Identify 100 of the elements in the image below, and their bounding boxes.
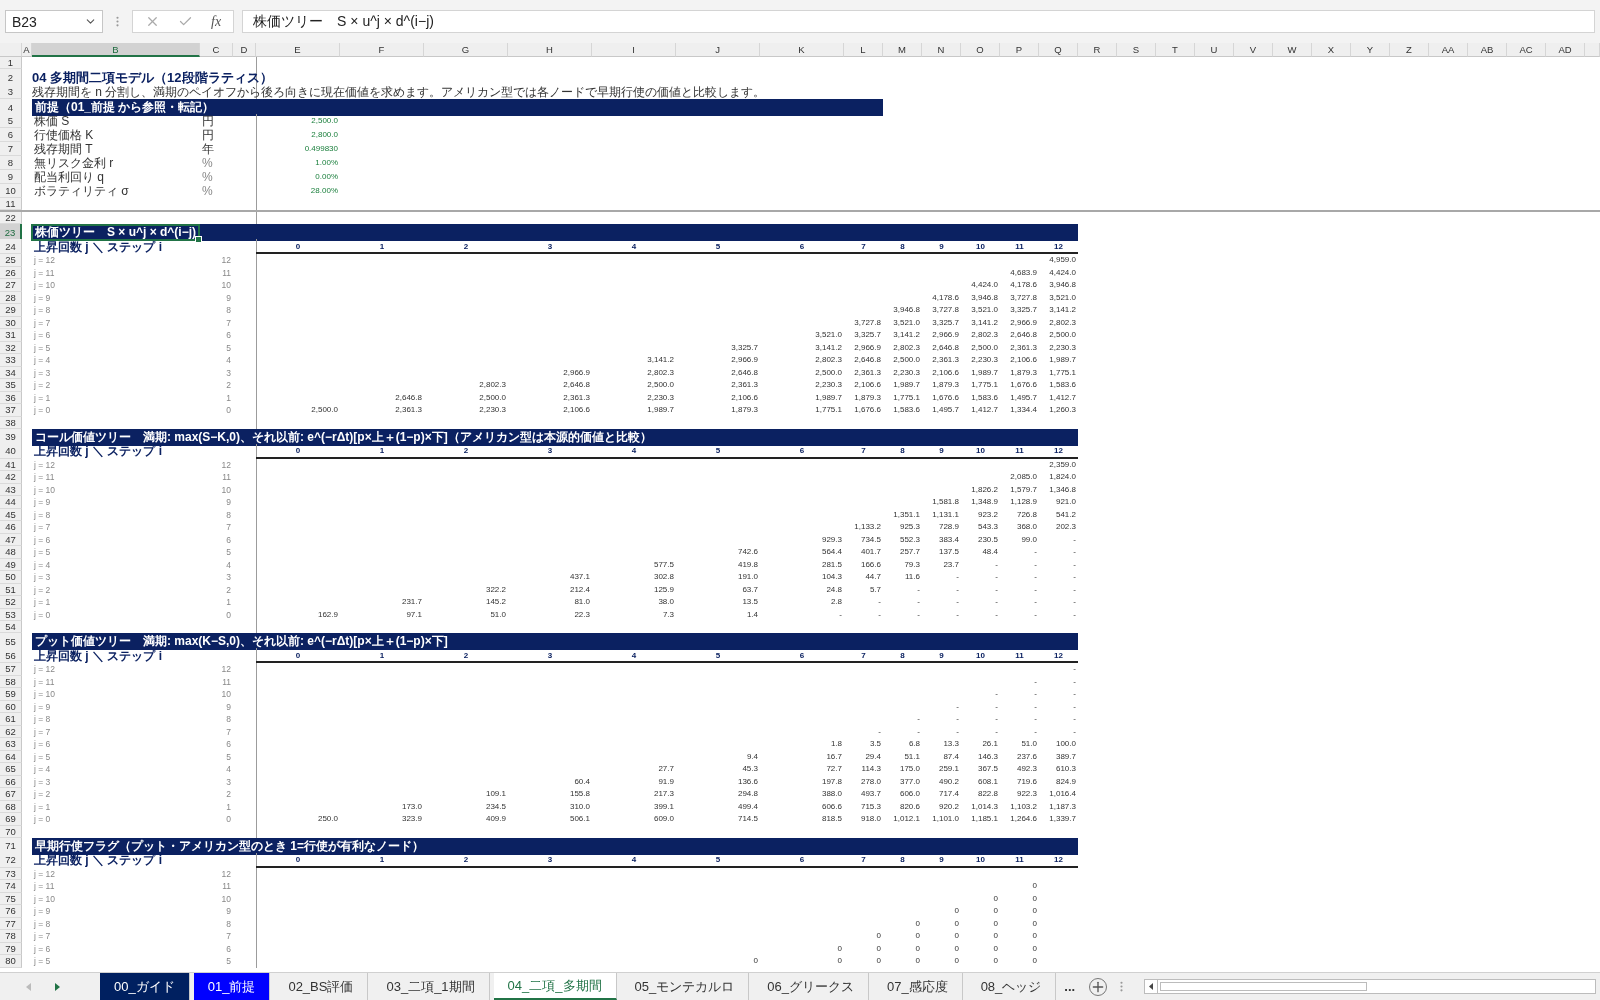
row-number[interactable]: 9 bbox=[0, 170, 22, 184]
column-header[interactable]: V bbox=[1234, 43, 1273, 57]
row-number[interactable]: 6 bbox=[0, 128, 22, 142]
column-header[interactable]: AD bbox=[1546, 43, 1585, 57]
column-header[interactable]: C bbox=[200, 43, 233, 57]
row-number[interactable]: 22 bbox=[0, 212, 22, 224]
section-header: 早期行使フラグ（プット・アメリカン型のとき 1=行使が有利なノード） bbox=[32, 837, 1078, 855]
row-number[interactable]: 74 bbox=[0, 880, 22, 893]
column-header[interactable]: I bbox=[592, 43, 676, 57]
name-box[interactable]: B23 bbox=[5, 10, 103, 33]
more-tabs[interactable]: ... bbox=[1058, 979, 1082, 994]
row-number[interactable]: 80 bbox=[0, 955, 22, 968]
row-number[interactable]: 11 bbox=[0, 198, 22, 210]
table-cell-text: - bbox=[1033, 675, 1038, 688]
node-count: 12 bbox=[220, 254, 232, 267]
row-number[interactable]: 10 bbox=[0, 184, 22, 198]
column-header[interactable]: R bbox=[1078, 43, 1117, 57]
row-number[interactable]: 46 bbox=[0, 521, 22, 534]
cancel-icon[interactable] bbox=[145, 14, 160, 29]
table-cell-text: 2,646.8 bbox=[853, 354, 882, 367]
column-header[interactable]: M bbox=[883, 43, 922, 57]
row-number[interactable]: 56 bbox=[0, 648, 22, 663]
row-number[interactable]: 50 bbox=[0, 571, 22, 584]
row-number[interactable]: 57 bbox=[0, 663, 22, 676]
row-number[interactable]: 61 bbox=[0, 713, 22, 726]
step-header: 7 bbox=[860, 649, 867, 662]
row-number[interactable]: 5 bbox=[0, 114, 22, 128]
table-cell-text: - bbox=[1033, 713, 1038, 726]
select-all-corner[interactable] bbox=[0, 43, 22, 57]
row-number[interactable]: 44 bbox=[0, 496, 22, 509]
scroll-left-icon[interactable] bbox=[1149, 983, 1154, 990]
column-header[interactable]: H bbox=[508, 43, 592, 57]
column-header[interactable]: E bbox=[256, 43, 340, 57]
node-count: 7 bbox=[225, 725, 232, 738]
row-number[interactable]: 8 bbox=[0, 156, 22, 170]
column-header[interactable]: N bbox=[922, 43, 961, 57]
column-header[interactable]: O bbox=[961, 43, 1000, 57]
column-header[interactable]: T bbox=[1156, 43, 1195, 57]
row-number[interactable]: 31 bbox=[0, 329, 22, 342]
node-label: j = 5 bbox=[33, 546, 52, 559]
node-count: 4 bbox=[225, 354, 232, 367]
table-cell-text: 0 bbox=[914, 917, 921, 930]
column-header[interactable]: AC bbox=[1507, 43, 1546, 57]
row-number[interactable]: 27 bbox=[0, 279, 22, 292]
row-number[interactable]: 52 bbox=[0, 596, 22, 609]
column-header[interactable]: W bbox=[1273, 43, 1312, 57]
sheet-tab[interactable]: 01_前提 bbox=[193, 973, 271, 1000]
row-number[interactable]: 42 bbox=[0, 471, 22, 484]
row-number[interactable]: 25 bbox=[0, 254, 22, 267]
row-number[interactable]: 7 bbox=[0, 142, 22, 156]
row-number[interactable]: 54 bbox=[0, 621, 22, 633]
formula-field[interactable]: 株価ツリー S × u^j × d^(i−j) bbox=[242, 10, 1595, 33]
scroll-right-icon[interactable] bbox=[55, 982, 60, 991]
row-number[interactable]: 76 bbox=[0, 905, 22, 918]
column-header[interactable]: AA bbox=[1429, 43, 1468, 57]
column-header[interactable]: AB bbox=[1468, 43, 1507, 57]
column-header[interactable]: P bbox=[1000, 43, 1039, 57]
column-header[interactable]: J bbox=[676, 43, 760, 57]
row-number[interactable]: 29 bbox=[0, 304, 22, 317]
row-number[interactable]: 1 bbox=[0, 57, 22, 69]
row-number[interactable]: 65 bbox=[0, 763, 22, 776]
column-header[interactable]: D bbox=[233, 43, 256, 57]
table-cell-text: - bbox=[955, 700, 960, 713]
row-number[interactable]: 59 bbox=[0, 688, 22, 701]
table-cell-text: 99.0 bbox=[1020, 533, 1038, 546]
column-header[interactable]: Y bbox=[1351, 43, 1390, 57]
row-number[interactable]: 33 bbox=[0, 354, 22, 367]
table-cell-text: 0 bbox=[953, 917, 960, 930]
insert-function-button[interactable]: fx bbox=[211, 13, 222, 30]
row-number[interactable]: 69 bbox=[0, 813, 22, 826]
row-number[interactable]: 35 bbox=[0, 379, 22, 392]
column-header[interactable]: Q bbox=[1039, 43, 1078, 57]
table-cell-text: 2,085.0 bbox=[1009, 471, 1038, 484]
row-number[interactable]: 37 bbox=[0, 404, 22, 417]
column-header[interactable]: K bbox=[760, 43, 844, 57]
column-header[interactable]: L bbox=[844, 43, 883, 57]
column-header[interactable]: S bbox=[1117, 43, 1156, 57]
row-number[interactable]: 24 bbox=[0, 239, 22, 254]
table-cell-text: - bbox=[955, 596, 960, 609]
row-number[interactable]: 78 bbox=[0, 930, 22, 943]
column-header[interactable]: F bbox=[340, 43, 424, 57]
sheet-tab[interactable]: 04_二項_多期間 bbox=[493, 973, 617, 1000]
node-count: 0 bbox=[225, 404, 232, 417]
row-number[interactable]: 67 bbox=[0, 788, 22, 801]
table-cell-text: 2,106.6 bbox=[1009, 354, 1038, 367]
column-header[interactable] bbox=[1585, 43, 1600, 57]
column-header[interactable]: U bbox=[1195, 43, 1234, 57]
column-header[interactable]: X bbox=[1312, 43, 1351, 57]
section-header: 前提（01_前提 から参照・転記） bbox=[32, 99, 883, 116]
column-header[interactable]: G bbox=[424, 43, 508, 57]
row-number[interactable]: 63 bbox=[0, 738, 22, 751]
row-number[interactable]: 3 bbox=[0, 85, 22, 99]
table-cell-text: 822.8 bbox=[976, 788, 999, 801]
column-header[interactable]: Z bbox=[1390, 43, 1429, 57]
table-cell-text: 3,325.7 bbox=[1009, 304, 1038, 317]
table-cell-text: 2,802.3 bbox=[478, 379, 507, 392]
column-header[interactable]: B bbox=[32, 43, 200, 57]
sheet-tab[interactable]: 00_ガイド bbox=[100, 973, 190, 1000]
row-number[interactable]: 48 bbox=[0, 546, 22, 559]
horizontal-scrollbar[interactable] bbox=[1144, 979, 1596, 994]
